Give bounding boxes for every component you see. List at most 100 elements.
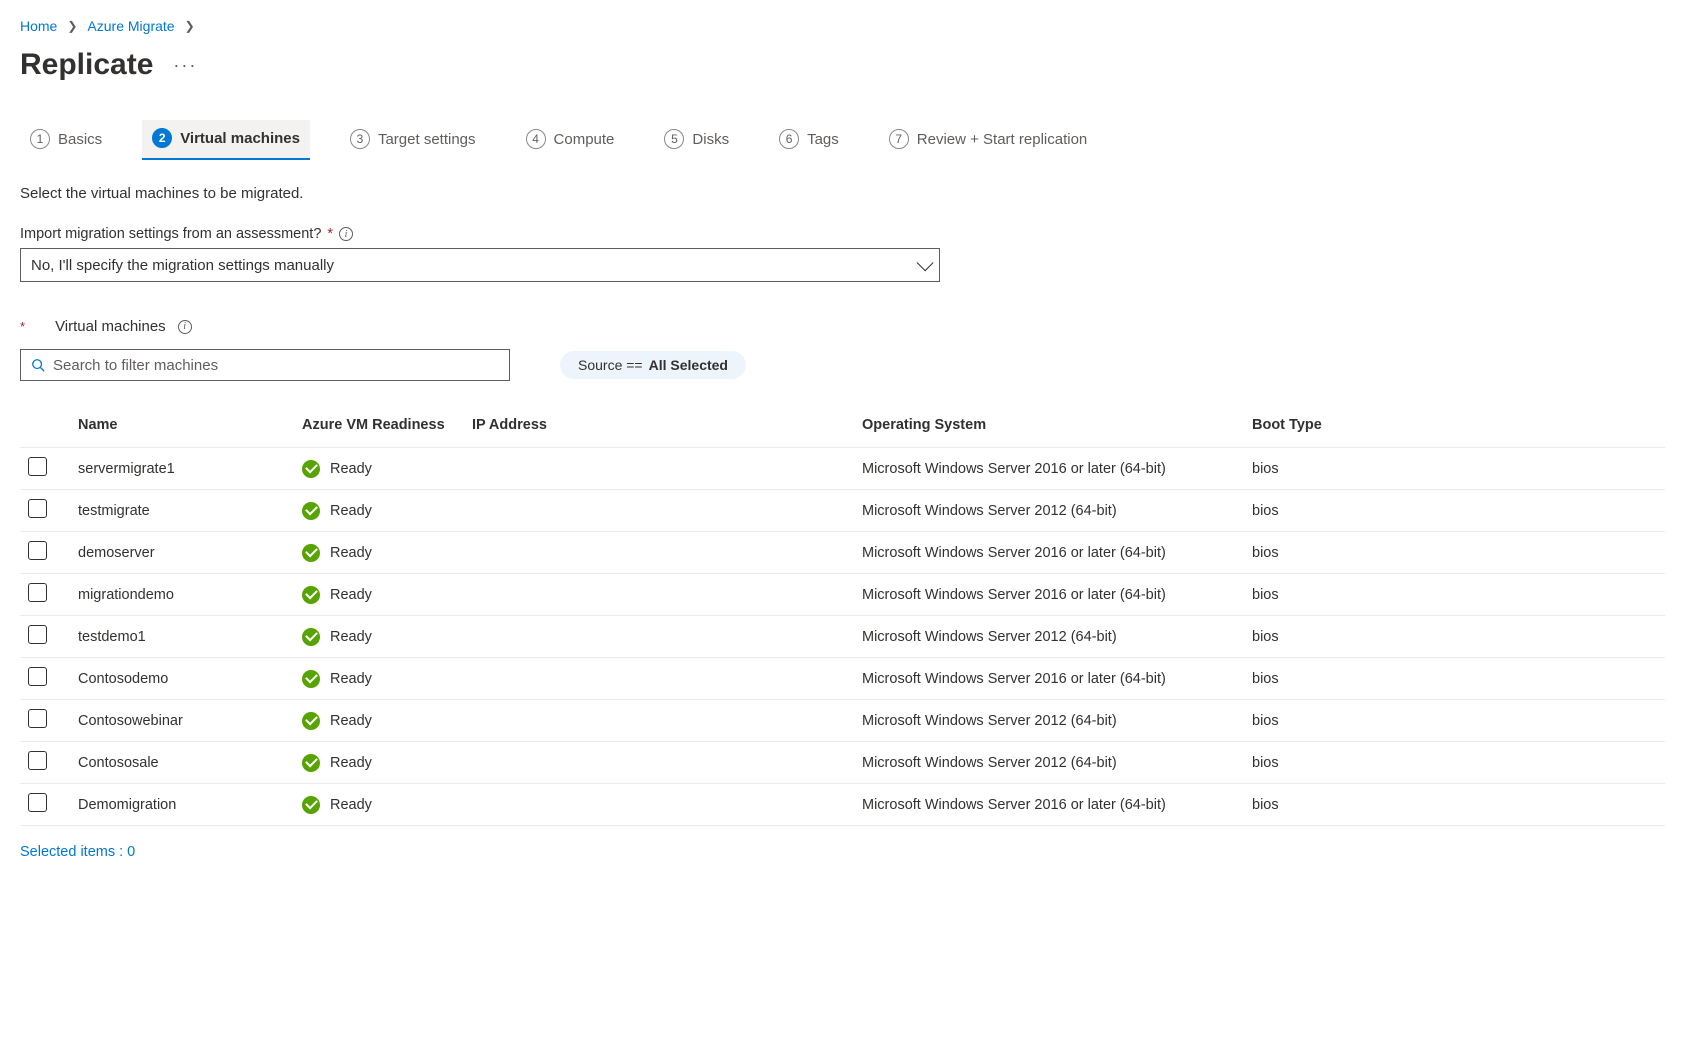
step-number: 4	[526, 129, 546, 149]
cell-boot: bios	[1244, 574, 1665, 616]
cell-readiness: Ready	[330, 755, 372, 771]
ready-icon	[302, 670, 320, 688]
cell-name: servermigrate1	[64, 448, 294, 490]
cell-os: Microsoft Windows Server 2012 (64-bit)	[854, 490, 1244, 532]
tab-label: Tags	[807, 131, 839, 148]
required-indicator: *	[327, 226, 333, 242]
row-checkbox[interactable]	[28, 499, 47, 518]
cell-ip	[464, 658, 854, 700]
cell-name: demoserver	[64, 532, 294, 574]
col-os[interactable]: Operating System	[854, 407, 1244, 448]
row-checkbox[interactable]	[28, 793, 47, 812]
step-number: 6	[779, 129, 799, 149]
cell-ip	[464, 700, 854, 742]
tab-target-settings[interactable]: 3 Target settings	[340, 121, 486, 159]
cell-ip	[464, 616, 854, 658]
col-ip[interactable]: IP Address	[464, 407, 854, 448]
filter-key: Source ==	[578, 357, 643, 373]
cell-name: testmigrate	[64, 490, 294, 532]
row-checkbox[interactable]	[28, 625, 47, 644]
info-icon[interactable]: i	[339, 227, 353, 241]
tab-label: Target settings	[378, 131, 476, 148]
filter-value: All Selected	[649, 357, 728, 373]
table-row: testdemo1 Ready Microsoft Windows Server 2…	[20, 616, 1665, 658]
tab-tags[interactable]: 6 Tags	[769, 121, 849, 159]
instruction-text: Select the virtual machines to be migrat…	[20, 185, 1665, 202]
tab-label: Basics	[58, 131, 102, 148]
cell-boot: bios	[1244, 448, 1665, 490]
row-checkbox[interactable]	[28, 751, 47, 770]
tab-compute[interactable]: 4 Compute	[516, 121, 625, 159]
page-title: Replicate	[20, 48, 153, 82]
cell-ip	[464, 532, 854, 574]
wizard-tabs: 1 Basics 2 Virtual machines 3 Target set…	[20, 120, 1665, 161]
cell-ip	[464, 448, 854, 490]
search-icon	[31, 358, 45, 372]
cell-os: Microsoft Windows Server 2016 or later (…	[854, 574, 1244, 616]
chevron-down-icon	[917, 254, 934, 271]
table-row: testmigrate Ready Microsoft Windows Server…	[20, 490, 1665, 532]
cell-os: Microsoft Windows Server 2012 (64-bit)	[854, 616, 1244, 658]
ready-icon	[302, 586, 320, 604]
cell-name: Contososale	[64, 742, 294, 784]
ready-icon	[302, 628, 320, 646]
row-checkbox[interactable]	[28, 709, 47, 728]
breadcrumb: Home ❯ Azure Migrate ❯	[20, 18, 1665, 34]
cell-os: Microsoft Windows Server 2016 or later (…	[854, 658, 1244, 700]
filter-pill-source[interactable]: Source == All Selected	[560, 351, 746, 379]
row-checkbox[interactable]	[28, 541, 47, 560]
tab-basics[interactable]: 1 Basics	[20, 121, 112, 159]
col-boot[interactable]: Boot Type	[1244, 407, 1665, 448]
row-checkbox[interactable]	[28, 583, 47, 602]
section-title: Virtual machines	[55, 318, 166, 335]
breadcrumb-home[interactable]: Home	[20, 18, 57, 34]
cell-readiness: Ready	[330, 503, 372, 519]
chevron-right-icon: ❯	[67, 19, 77, 33]
tab-review-start[interactable]: 7 Review + Start replication	[879, 121, 1098, 159]
table-row: migrationdemoReadyMicrosoft Windows Serv…	[20, 574, 1665, 616]
cell-readiness: Ready	[330, 461, 372, 477]
cell-name: Contosowebinar	[64, 700, 294, 742]
cell-name: testdemo1	[64, 616, 294, 658]
cell-boot: bios	[1244, 742, 1665, 784]
cell-ip	[464, 742, 854, 784]
select-value: No, I'll specify the migration settings …	[31, 257, 334, 274]
search-input[interactable]	[53, 357, 499, 374]
col-readiness[interactable]: Azure VM Readiness	[294, 407, 464, 448]
import-settings-select[interactable]: No, I'll specify the migration settings …	[20, 248, 940, 282]
cell-ip	[464, 784, 854, 826]
cell-name: Demomigration	[64, 784, 294, 826]
selected-count: Selected items : 0	[20, 844, 1665, 860]
more-actions-button[interactable]: ···	[173, 56, 197, 74]
step-number: 2	[152, 128, 172, 148]
table-row: servermigrate1ReadyMicrosoft Windows Ser…	[20, 448, 1665, 490]
cell-readiness: Ready	[330, 587, 372, 603]
cell-readiness: Ready	[330, 797, 372, 813]
required-indicator: *	[20, 319, 25, 334]
vm-table: Name Azure VM Readiness IP Address Opera…	[20, 407, 1665, 826]
step-number: 7	[889, 129, 909, 149]
chevron-right-icon: ❯	[185, 19, 195, 33]
breadcrumb-azure-migrate[interactable]: Azure Migrate	[87, 18, 174, 34]
cell-readiness: Ready	[330, 713, 372, 729]
cell-readiness: Ready	[330, 629, 372, 645]
cell-os: Microsoft Windows Server 2012 (64-bit)	[854, 700, 1244, 742]
tab-virtual-machines[interactable]: 2 Virtual machines	[142, 120, 310, 160]
table-row: DemomigrationReadyMicrosoft Windows Serv…	[20, 784, 1665, 826]
row-checkbox[interactable]	[28, 457, 47, 476]
cell-boot: bios	[1244, 658, 1665, 700]
ready-icon	[302, 712, 320, 730]
search-input-wrapper[interactable]	[20, 349, 510, 381]
cell-readiness: Ready	[330, 545, 372, 561]
import-settings-label: Import migration settings from an assess…	[20, 226, 1665, 242]
cell-name: Contosodemo	[64, 658, 294, 700]
row-checkbox[interactable]	[28, 667, 47, 686]
ready-icon	[302, 502, 320, 520]
step-number: 3	[350, 129, 370, 149]
info-icon[interactable]: i	[178, 320, 192, 334]
tab-disks[interactable]: 5 Disks	[654, 121, 739, 159]
cell-ip	[464, 574, 854, 616]
cell-boot: bios	[1244, 700, 1665, 742]
col-name[interactable]: Name	[64, 407, 294, 448]
table-row: Contosowebinar Ready Microsoft Windows Ser…	[20, 700, 1665, 742]
